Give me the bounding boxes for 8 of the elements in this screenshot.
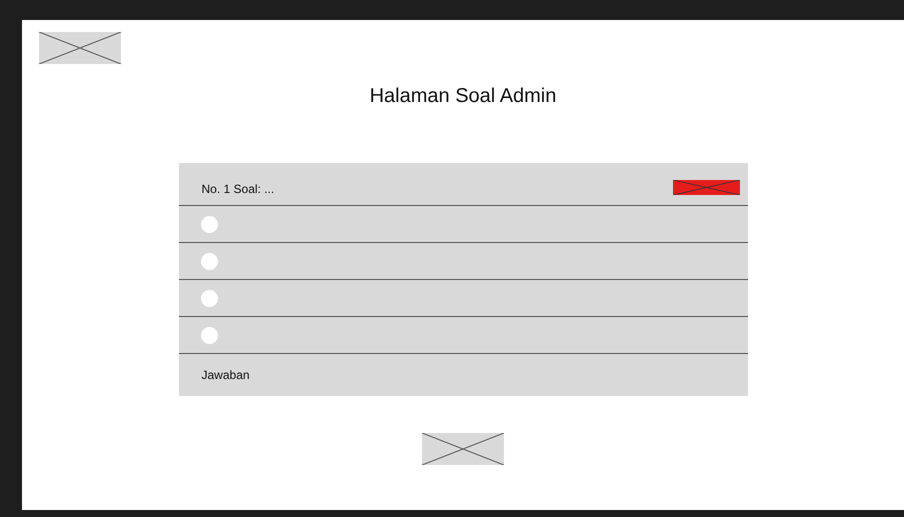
radio-button[interactable]: [200, 326, 218, 344]
delete-placeholder[interactable]: [672, 180, 740, 195]
radio-button[interactable]: [200, 252, 218, 270]
answer-label: Jawaban: [202, 367, 250, 384]
question-label: No. 1 Soal: ...: [202, 181, 274, 198]
radio-button[interactable]: [200, 216, 218, 232]
page-title: Halaman Soal Admin: [370, 84, 556, 108]
radio-button[interactable]: [200, 290, 218, 306]
